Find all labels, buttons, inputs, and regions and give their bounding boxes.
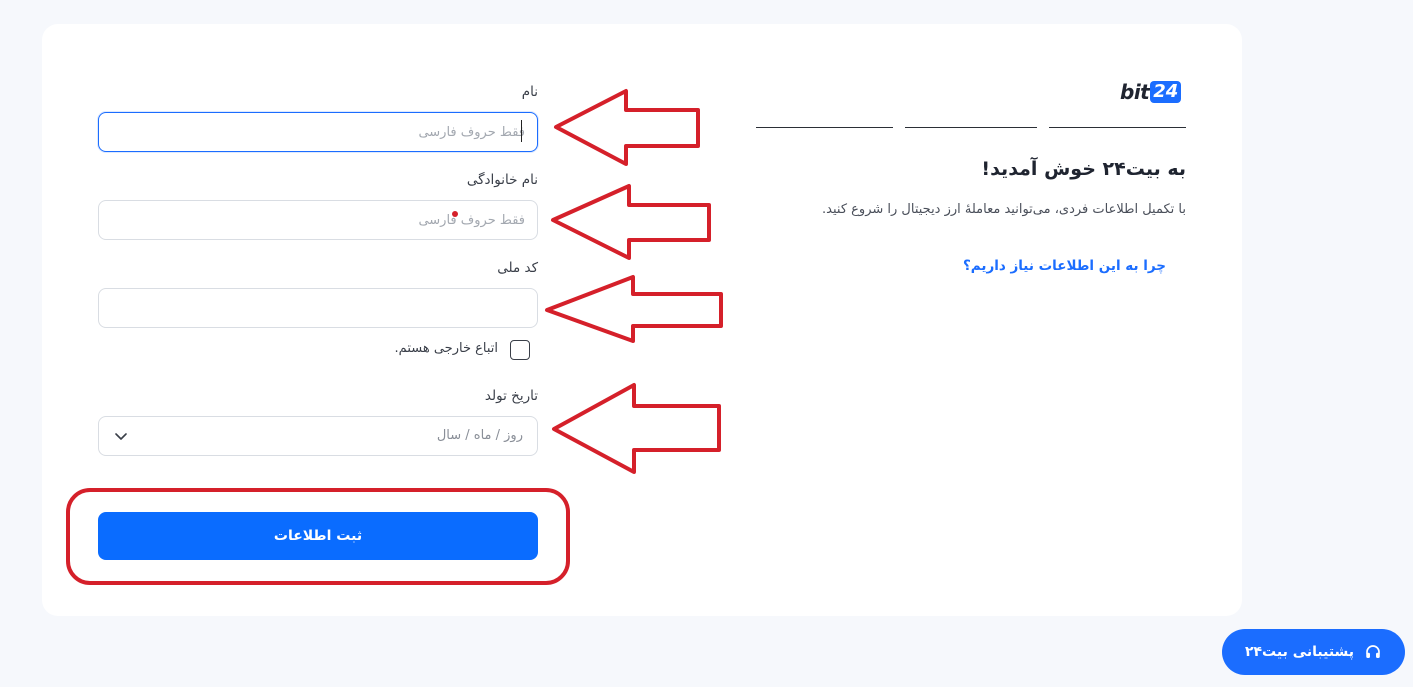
support-button[interactable]: پشتیبانی بیت۲۴ — [1222, 629, 1405, 675]
national-code-input[interactable] — [98, 288, 538, 328]
bit24-logo: bit 24 — [1120, 78, 1182, 106]
welcome-title: به بیت۲۴ خوش آمدید! — [981, 158, 1186, 180]
foreign-national-checkbox[interactable] — [510, 340, 530, 360]
foreign-national-label: اتباع خارجی هستم. — [394, 341, 498, 356]
first-name-label: نام — [521, 84, 538, 100]
last-name-input[interactable] — [98, 200, 538, 240]
step-indicator-2 — [905, 127, 1037, 128]
why-info-link[interactable]: چرا به این اطلاعات نیاز داریم؟ — [963, 258, 1166, 274]
logo-text: bit — [1120, 80, 1150, 104]
cursor-dot — [452, 211, 458, 217]
logo-number: 24 — [1150, 81, 1182, 103]
support-label: پشتیبانی بیت۲۴ — [1244, 644, 1355, 660]
welcome-subtitle: با تکمیل اطلاعات فردی، می‌توانید معاملهٔ… — [822, 202, 1186, 217]
step-indicator-3 — [756, 127, 893, 128]
submit-button[interactable]: ثبت اطلاعات — [98, 512, 538, 560]
birth-date-placeholder: روز / ماه / سال — [436, 428, 523, 443]
national-code-label: کد ملی — [497, 260, 538, 276]
birth-date-label: تاریخ تولد — [484, 388, 538, 404]
last-name-label: نام خانوادگی — [466, 172, 538, 188]
chevron-down-icon — [115, 433, 127, 440]
headset-icon — [1366, 645, 1380, 658]
text-caret — [521, 120, 522, 142]
birth-date-select[interactable]: روز / ماه / سال — [98, 416, 538, 456]
first-name-input[interactable] — [98, 112, 538, 152]
step-indicator-1 — [1049, 127, 1186, 128]
